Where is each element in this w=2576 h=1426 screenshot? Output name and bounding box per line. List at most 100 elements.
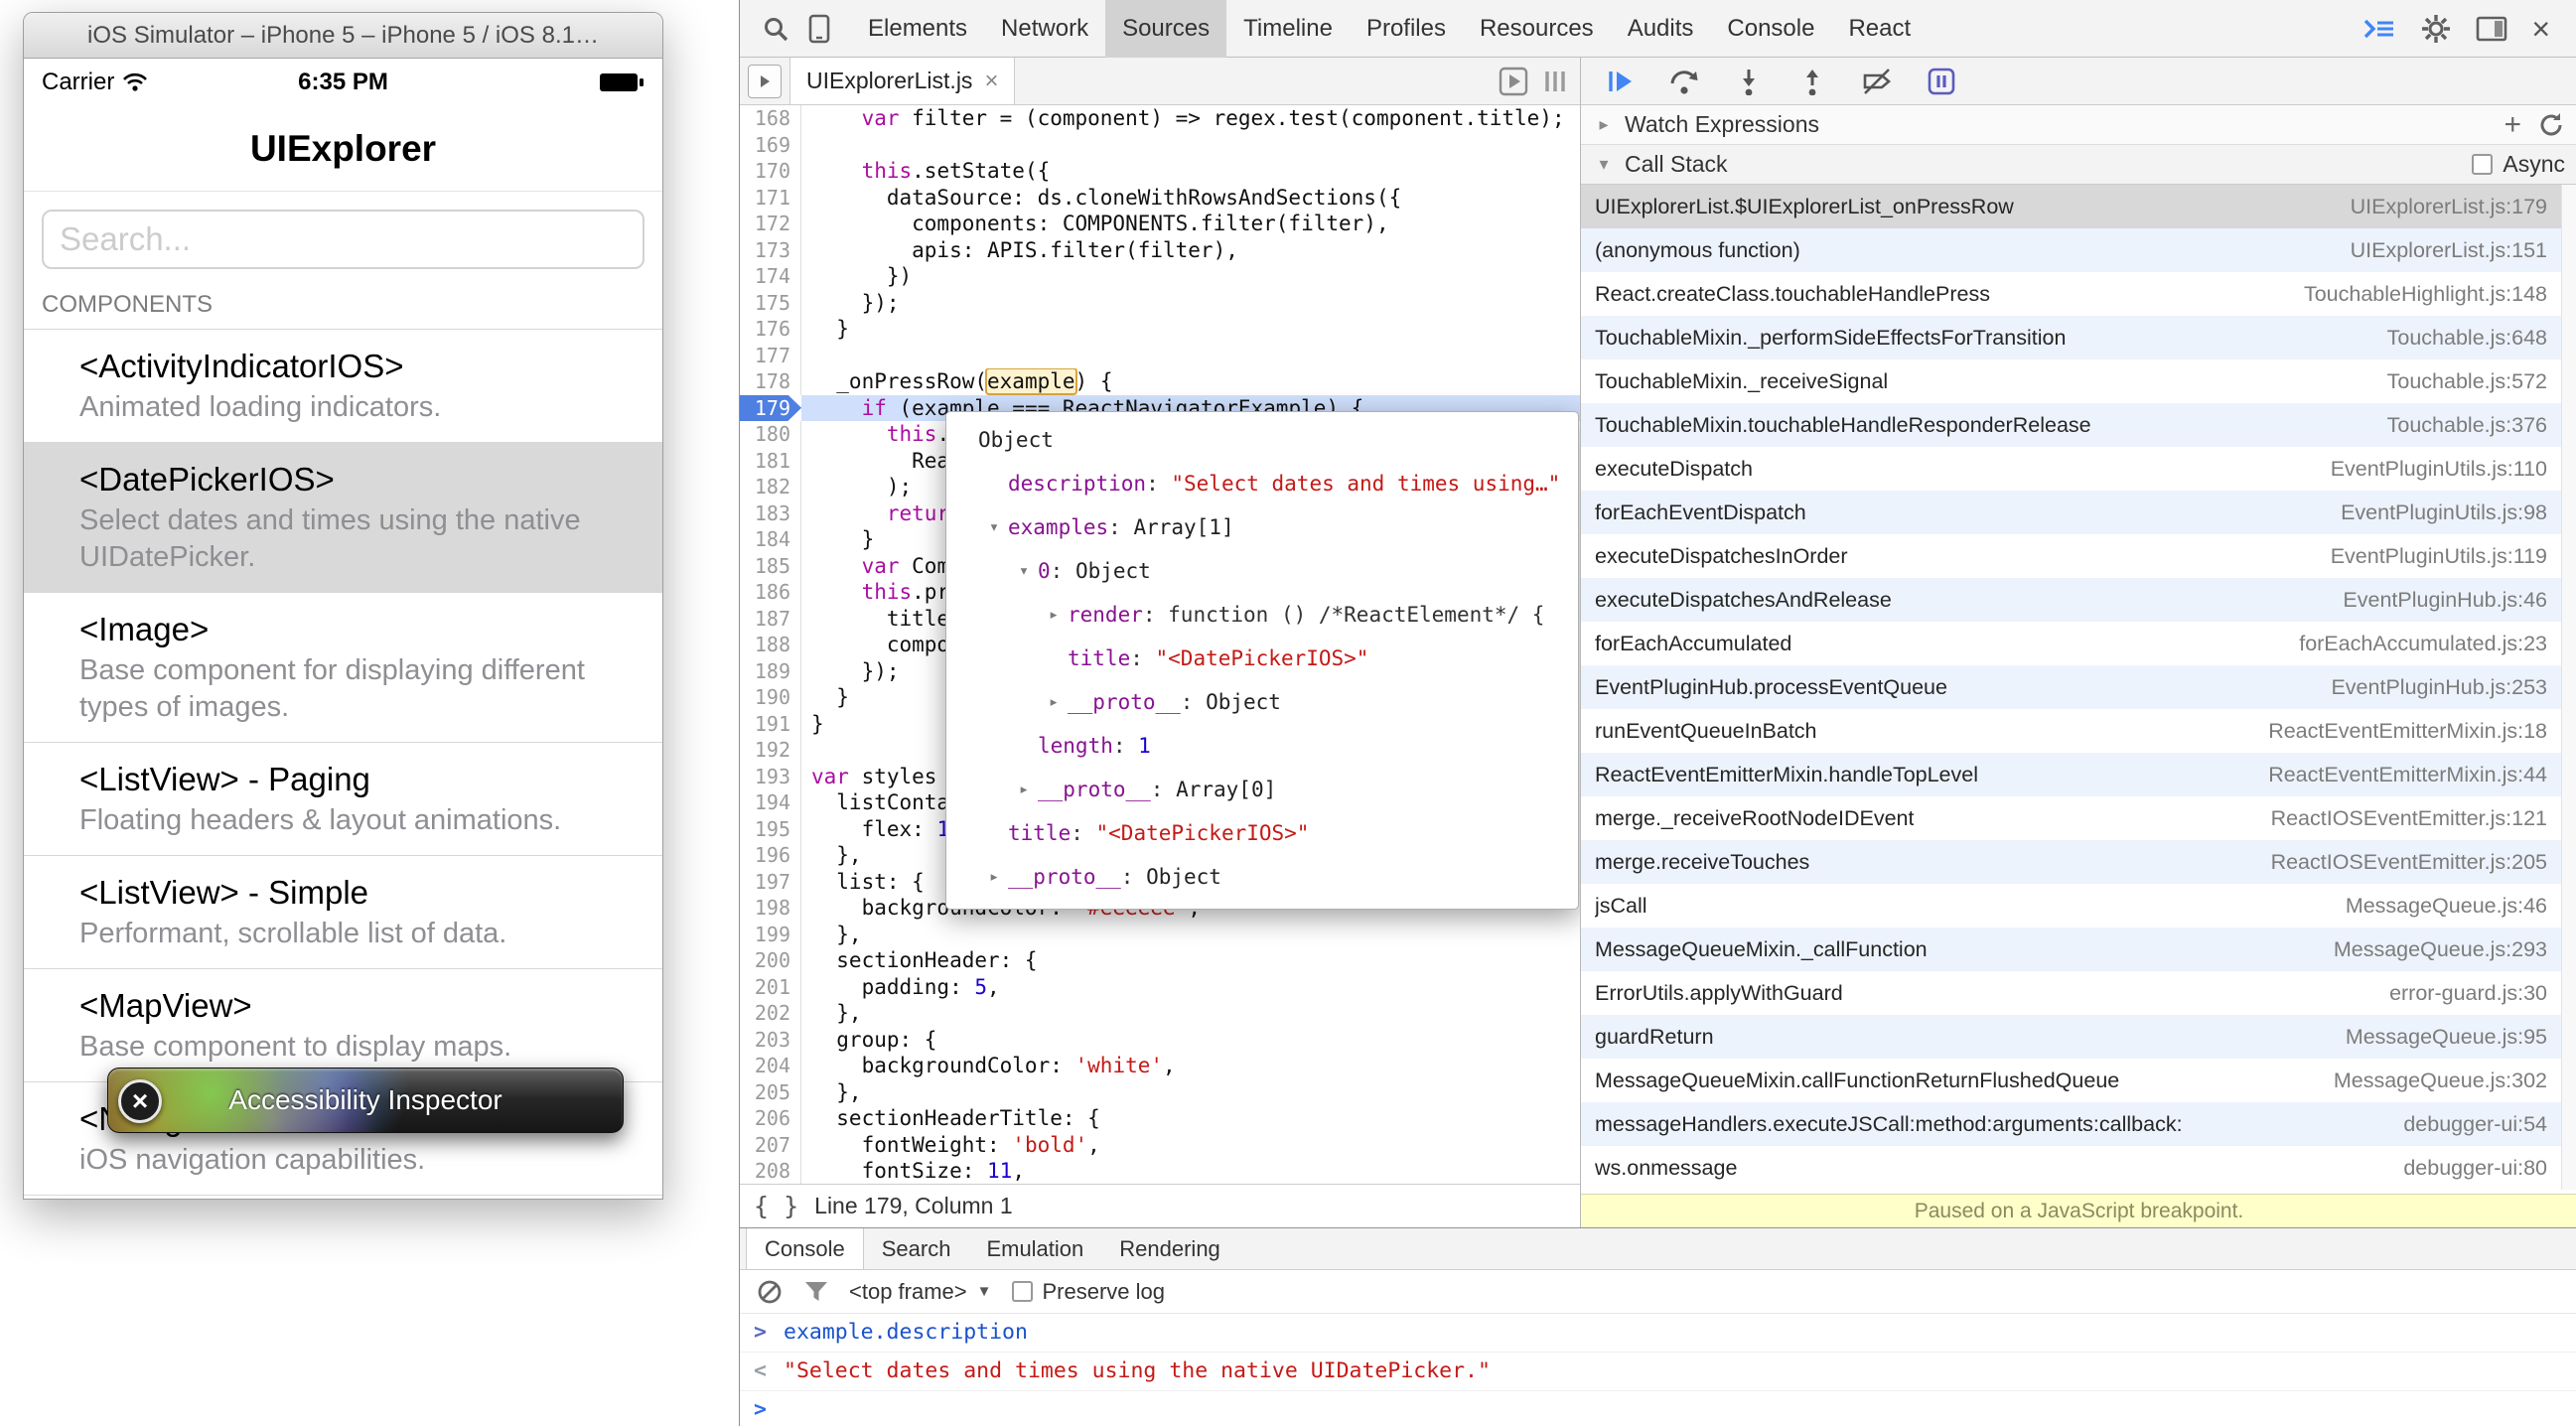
line-number[interactable]: 208: [740, 1158, 801, 1184]
line-number[interactable]: 204: [740, 1053, 801, 1079]
call-stack-frame[interactable]: MessageQueueMixin.callFunctionReturnFlus…: [1581, 1059, 2561, 1102]
call-stack-header[interactable]: ▾ Call Stack Async: [1581, 145, 2576, 185]
line-number[interactable]: 198: [740, 895, 801, 922]
call-stack-frame[interactable]: UIExplorerList.$UIExplorerList_onPressRo…: [1581, 185, 2561, 228]
component-list-item[interactable]: <Image> Base component for displaying dif…: [24, 593, 662, 743]
deactivate-breakpoints-icon[interactable]: [1861, 68, 1893, 95]
call-stack-frame[interactable]: merge._receiveRootNodeIDEvent ReactIOSEve…: [1581, 796, 2561, 840]
line-number[interactable]: 200: [740, 947, 801, 974]
tab-resources[interactable]: Resources: [1463, 0, 1611, 58]
line-number[interactable]: 173: [740, 236, 801, 263]
line-number[interactable]: 176: [740, 316, 801, 343]
popup-property-row[interactable]: ▸ render: function () /*ReactElement*/ {: [950, 593, 1574, 637]
run-snippet-icon[interactable]: [1499, 67, 1528, 96]
tab-profiles[interactable]: Profiles: [1350, 0, 1463, 58]
code-line[interactable]: this.setState({: [801, 158, 1580, 185]
call-stack-frame[interactable]: TouchableMixin._receiveSignal Touchable.j…: [1581, 359, 2561, 403]
resume-icon[interactable]: [1605, 68, 1635, 95]
code-line[interactable]: _onPressRow(example) {: [801, 368, 1580, 395]
code-line[interactable]: var filter = (component) => regex.test(c…: [801, 105, 1580, 132]
async-checkbox[interactable]: [2472, 154, 2494, 175]
console-drawer-icon[interactable]: [2362, 15, 2396, 43]
component-list-item[interactable]: <ListView> - Simple Performant, scrollabl…: [24, 856, 662, 969]
line-number[interactable]: 185: [740, 552, 801, 579]
line-number[interactable]: 184: [740, 526, 801, 553]
popup-property-row[interactable]: description: "Select dates and times usi…: [950, 462, 1574, 505]
call-stack-frame[interactable]: MessageQueueMixin._callFunction MessageQu…: [1581, 927, 2561, 971]
component-list-item[interactable]: <ListView> - Paging Floating headers & la…: [24, 743, 662, 856]
step-into-icon[interactable]: [1734, 68, 1764, 95]
line-number[interactable]: 201: [740, 973, 801, 1000]
chevron-right-icon[interactable]: ▸: [980, 855, 1008, 899]
line-number[interactable]: 178: [740, 368, 801, 395]
call-stack-frame[interactable]: forEachAccumulated forEachAccumulated.js:…: [1581, 622, 2561, 665]
tab-elements[interactable]: Elements: [851, 0, 984, 58]
call-stack-frame[interactable]: executeDispatchesAndRelease EventPluginHu…: [1581, 578, 2561, 622]
call-stack-frame[interactable]: forEachEventDispatch EventPluginUtils.js:…: [1581, 491, 2561, 534]
line-number[interactable]: 168: [740, 105, 801, 132]
line-number[interactable]: 189: [740, 657, 801, 684]
line-number[interactable]: 194: [740, 789, 801, 816]
tab-timeline[interactable]: Timeline: [1226, 0, 1350, 58]
call-stack-frame[interactable]: runEventQueueInBatch ReactEventEmitterMix…: [1581, 709, 2561, 753]
filter-icon[interactable]: [803, 1279, 829, 1305]
line-number[interactable]: 170: [740, 158, 801, 185]
close-tab-icon[interactable]: ×: [984, 68, 998, 95]
code-line[interactable]: padding: 5,: [801, 974, 1580, 1001]
dock-side-icon[interactable]: [2476, 16, 2507, 42]
line-number[interactable]: 196: [740, 842, 801, 869]
popup-property-row[interactable]: ▾ examples: Array[1]: [950, 505, 1574, 549]
line-number[interactable]: 171: [740, 184, 801, 211]
call-stack-frame[interactable]: merge.receiveTouches ReactIOSEventEmitter…: [1581, 840, 2561, 884]
columns-icon[interactable]: [1542, 69, 1570, 94]
component-list-item[interactable]: <ActivityIndicatorIOS> Animated loading i…: [24, 330, 662, 443]
line-number[interactable]: 182: [740, 474, 801, 500]
line-number[interactable]: 206: [740, 1105, 801, 1132]
code-line[interactable]: [801, 132, 1580, 159]
step-out-icon[interactable]: [1797, 68, 1827, 95]
line-number[interactable]: 186: [740, 579, 801, 606]
device-icon[interactable]: [797, 7, 841, 51]
code-line[interactable]: },: [801, 1079, 1580, 1106]
chevron-down-icon[interactable]: ▾: [1010, 549, 1038, 593]
line-number[interactable]: 203: [740, 1026, 801, 1053]
line-number[interactable]: 205: [740, 1078, 801, 1105]
component-list-item[interactable]: <DatePickerIOS> Select dates and times us…: [24, 443, 662, 593]
watch-expressions-header[interactable]: ▸ Watch Expressions +: [1581, 105, 2576, 145]
close-tooltip-button[interactable]: ×: [118, 1079, 162, 1123]
call-stack-frame[interactable]: jsCall MessageQueue.js:46: [1581, 884, 2561, 927]
line-number[interactable]: 188: [740, 632, 801, 658]
add-watch-icon[interactable]: +: [2504, 109, 2521, 140]
code-line[interactable]: }: [801, 316, 1580, 343]
call-stack-frame[interactable]: ErrorUtils.applyWithGuard error-guard.js:…: [1581, 971, 2561, 1015]
code-line[interactable]: },: [801, 1000, 1580, 1027]
line-number[interactable]: 179: [740, 394, 801, 421]
code-line[interactable]: fontWeight: 'bold',: [801, 1132, 1580, 1159]
code-line[interactable]: dataSource: ds.cloneWithRowsAndSections(…: [801, 185, 1580, 212]
close-icon[interactable]: ×: [2531, 13, 2550, 45]
call-stack-frame[interactable]: EventPluginHub.processEventQueue EventPlu…: [1581, 665, 2561, 709]
line-number[interactable]: 181: [740, 447, 801, 474]
call-stack-frame[interactable]: messageHandlers.executeJSCall:method:arg…: [1581, 1102, 2561, 1146]
gear-icon[interactable]: [2420, 13, 2452, 45]
call-stack-frame[interactable]: guardReturn MessageQueue.js:95: [1581, 1015, 2561, 1059]
chevron-right-icon[interactable]: ▸: [1040, 680, 1068, 724]
pretty-print-icon[interactable]: { }: [754, 1192, 798, 1220]
line-number[interactable]: 190: [740, 684, 801, 711]
call-stack-frame[interactable]: ws.onmessage debugger-ui:80: [1581, 1146, 2561, 1190]
line-number[interactable]: 207: [740, 1131, 801, 1158]
call-stack-frame[interactable]: executeDispatch EventPluginUtils.js:110: [1581, 447, 2561, 491]
popup-property-row[interactable]: length: 1: [950, 724, 1574, 768]
line-number[interactable]: 172: [740, 211, 801, 237]
popup-property-row[interactable]: ▾ 0: Object: [950, 549, 1574, 593]
code-line[interactable]: apis: APIS.filter(filter),: [801, 237, 1580, 264]
code-line[interactable]: sectionHeader: {: [801, 947, 1580, 974]
code-line[interactable]: },: [801, 922, 1580, 948]
line-number[interactable]: 175: [740, 289, 801, 316]
chevron-right-icon[interactable]: ▸: [1010, 768, 1038, 811]
popup-property-row[interactable]: title: "<DatePickerIOS>": [950, 637, 1574, 680]
console-prompt[interactable]: >: [740, 1391, 2576, 1426]
call-stack-frame[interactable]: executeDispatchesInOrder EventPluginUtils…: [1581, 534, 2561, 578]
call-stack-frame[interactable]: (anonymous function) UIExplorerList.js:15…: [1581, 228, 2561, 272]
popup-property-row[interactable]: Object: [950, 418, 1574, 462]
